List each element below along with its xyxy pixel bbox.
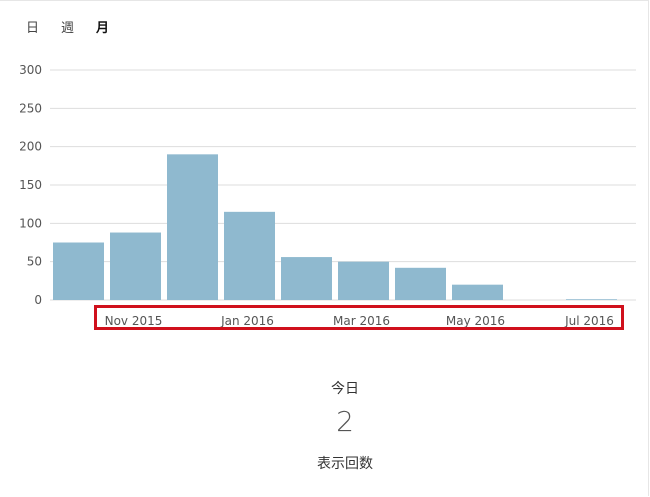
bar — [566, 299, 617, 300]
x-axis-highlight-box — [94, 305, 624, 330]
y-tick-label: 50 — [27, 255, 42, 269]
today-label: 今日 — [331, 381, 359, 397]
bar — [224, 211, 275, 300]
bar — [395, 267, 446, 300]
bar — [53, 242, 104, 300]
y-tick-label: 200 — [19, 140, 42, 154]
today-value: 2 — [336, 405, 354, 438]
y-tick-label: 0 — [34, 293, 42, 307]
tab-day[interactable]: 日 — [26, 17, 39, 36]
tab-month[interactable]: 月 — [96, 17, 109, 36]
bar — [167, 154, 218, 300]
bar — [452, 284, 503, 300]
bar — [281, 257, 332, 300]
views-label: 表示回数 — [317, 456, 373, 472]
bar — [338, 261, 389, 300]
tab-week[interactable]: 週 — [61, 17, 74, 36]
bar — [110, 232, 161, 300]
y-tick-label: 150 — [19, 178, 42, 192]
y-tick-label: 300 — [19, 63, 42, 77]
y-tick-label: 100 — [19, 216, 42, 230]
monthly-views-chart: 050100150200250300Nov 2015 Jan 2016 Mar 20… — [19, 63, 636, 328]
y-tick-label: 250 — [19, 101, 42, 115]
